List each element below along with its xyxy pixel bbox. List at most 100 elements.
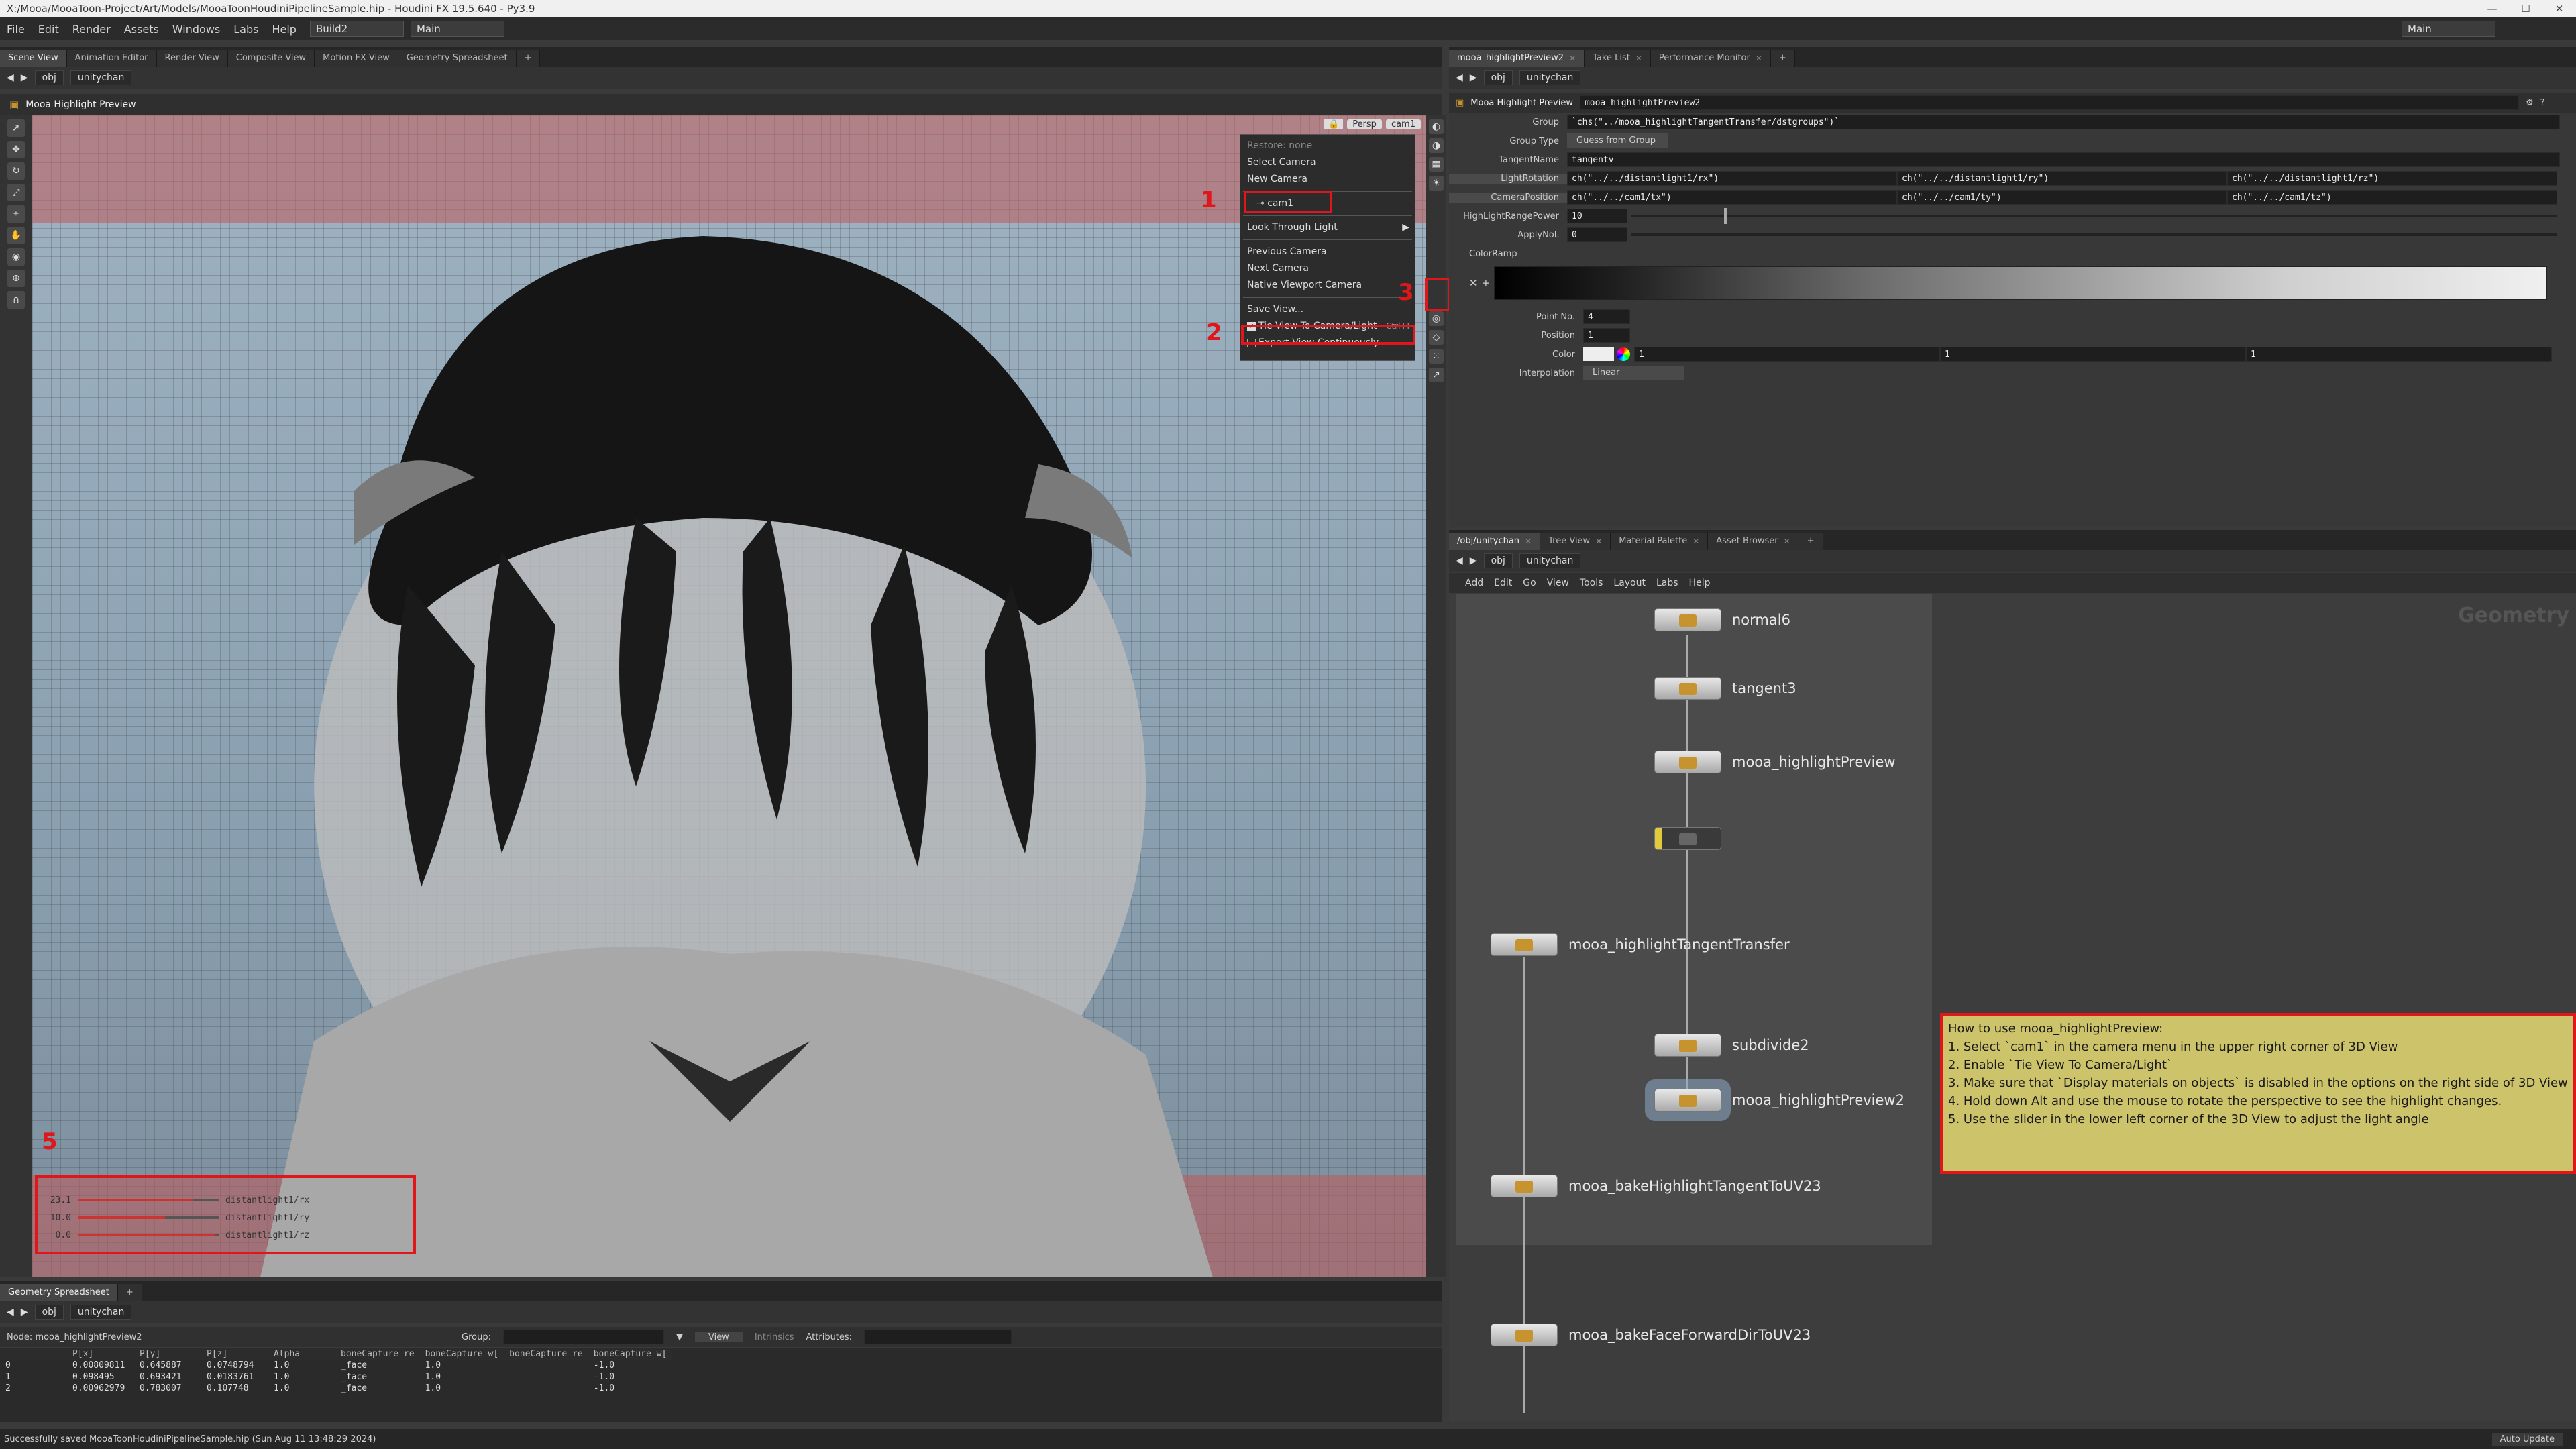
lighting-icon[interactable]: ☀ (1429, 176, 1444, 191)
tab-composite-view[interactable]: Composite View (227, 50, 315, 67)
tab-geometry-spreadsheet[interactable]: Geometry Spreadsheet (398, 50, 517, 67)
net-menu-view[interactable]: View (1547, 578, 1569, 588)
tab-scene-view[interactable]: Scene View (0, 50, 67, 67)
node-mooa-highlightpreview2[interactable]: mooa_highlightPreview2 (1654, 1087, 1904, 1114)
back-icon[interactable]: ◀ (1456, 72, 1463, 83)
menu-file[interactable]: File (0, 23, 32, 36)
net-menu-edit[interactable]: Edit (1494, 578, 1512, 588)
forward-icon[interactable]: ▶ (21, 72, 28, 83)
close-tab-icon[interactable]: ✕ (1635, 50, 1642, 67)
close-tab-icon[interactable]: ✕ (1693, 533, 1699, 550)
group-input[interactable]: `chs("../mooa_highlightTangentTransfer/d… (1567, 115, 2560, 129)
menu-look-through-light[interactable]: Look Through Light ▶ (1240, 219, 1415, 236)
cam-tz-input[interactable]: ch("../../cam1/tz") (2227, 190, 2557, 205)
forward-icon[interactable]: ▶ (21, 1307, 28, 1318)
menu-render[interactable]: Render (66, 23, 117, 36)
snap-icon[interactable]: ⊕ (7, 270, 25, 287)
table-row[interactable]: 1 0.098495 0.693421 0.0183761 1.0 _face 1.0 -1.… (0, 1371, 672, 1383)
minimize-icon[interactable]: — (2475, 0, 2509, 17)
table-row[interactable]: 2 0.00962979 0.783007 0.107748 1.0 _face 1.0 -1… (0, 1383, 672, 1394)
position-input[interactable]: 1 (1583, 328, 1630, 343)
display-icon[interactable]: ◐ (1429, 119, 1444, 134)
shading-icon[interactable]: ◑ (1429, 138, 1444, 153)
view-dropdown[interactable]: View (694, 1332, 743, 1342)
menu-help[interactable]: Help (265, 23, 303, 36)
handle-icon[interactable]: ⌖ (7, 205, 25, 223)
close-tab-icon[interactable]: ✕ (1569, 50, 1576, 67)
net-menu-layout[interactable]: Layout (1613, 578, 1646, 588)
color-wheel-icon[interactable] (1617, 347, 1630, 361)
back-icon[interactable]: ◀ (7, 1307, 14, 1318)
ramp-gradient[interactable] (1494, 266, 2548, 300)
light-rx-input[interactable]: ch("../../distantlight1/rx") (1567, 171, 1897, 186)
tab-material-palette[interactable]: Material Palette ✕ (1611, 533, 1709, 550)
view-icon[interactable]: ◉ (7, 248, 25, 266)
node-bypassed[interactable] (1654, 825, 1721, 852)
path-obj[interactable]: obj (1483, 70, 1513, 85)
gear-icon[interactable]: ⚙ (2526, 98, 2534, 108)
menu-next-camera[interactable]: Next Camera (1240, 260, 1415, 277)
close-tab-icon[interactable]: ✕ (1525, 533, 1532, 550)
net-menu-add[interactable]: Add (1465, 578, 1483, 588)
normals-icon[interactable]: ↗ (1429, 368, 1444, 382)
node-body[interactable] (1654, 608, 1721, 631)
menu-native-camera[interactable]: Native Viewport Camera (1240, 277, 1415, 294)
menu-windows[interactable]: Windows (166, 23, 227, 36)
node-subdivide2[interactable]: subdivide2 (1654, 1032, 1809, 1059)
pose-icon[interactable]: ✋ (7, 227, 25, 244)
group-type-dropdown[interactable]: Guess from Group (1567, 133, 1668, 148)
applynol-input[interactable]: 0 (1567, 227, 1627, 242)
tab-take-list[interactable]: Take List ✕ (1585, 50, 1651, 67)
3d-viewport[interactable]: 23.1 distantlight1/rx 10.0 distantlight1… (32, 115, 1426, 1277)
add-tab-button[interactable]: + (117, 1284, 142, 1301)
node-body[interactable] (1491, 933, 1558, 956)
node-body[interactable] (1654, 1089, 1721, 1112)
net-menu-go[interactable]: Go (1523, 578, 1536, 588)
node-tangent3[interactable]: tangent3 (1654, 675, 1796, 702)
camera-button[interactable]: cam1 (1385, 119, 1421, 129)
intrinsics-label[interactable]: Intrinsics (755, 1332, 794, 1342)
net-menu-tools[interactable]: Tools (1580, 578, 1603, 588)
tab-network[interactable]: /obj/unitychan ✕ (1449, 533, 1541, 550)
col-header[interactable]: Alpha (268, 1348, 335, 1360)
node-body[interactable] (1491, 1324, 1558, 1346)
light-rz-input[interactable]: ch("../../distantlight1/rz") (2227, 171, 2557, 186)
tab-asset-browser[interactable]: Asset Browser ✕ (1708, 533, 1799, 550)
path-node[interactable]: unitychan (1519, 70, 1581, 85)
close-tab-icon[interactable]: ✕ (1756, 50, 1762, 67)
rotate-icon[interactable]: ↻ (7, 162, 25, 180)
forward-icon[interactable]: ▶ (1470, 555, 1477, 566)
cam-ty-input[interactable]: ch("../../cam1/ty") (1897, 190, 2227, 205)
tab-animation-editor[interactable]: Animation Editor (66, 50, 157, 67)
color-r-input[interactable]: 1 (1634, 347, 1940, 362)
grid-icon[interactable]: ▦ (1429, 157, 1444, 172)
add-point-icon[interactable]: + (1482, 277, 1491, 289)
col-header[interactable]: boneCapture w[ (588, 1348, 673, 1360)
attribute-filter-input[interactable] (864, 1330, 1012, 1344)
col-header[interactable]: boneCapture w[ (419, 1348, 504, 1360)
sticky-note[interactable]: How to use mooa_highlightPreview: 1. Sel… (1940, 1013, 2576, 1174)
back-icon[interactable]: ◀ (1456, 555, 1463, 566)
col-header[interactable]: boneCapture re (504, 1348, 588, 1360)
lock-icon[interactable]: 🔒 (1324, 119, 1344, 129)
add-tab-button[interactable]: + (1799, 533, 1823, 550)
node-normal6[interactable]: normal6 (1654, 606, 1790, 633)
desktop-selector-right[interactable]: Main (2402, 21, 2496, 37)
applynol-slider[interactable] (1631, 233, 2557, 236)
path-obj[interactable]: obj (34, 70, 64, 85)
materials-toggle-icon[interactable]: ◎ (1429, 311, 1444, 326)
power-slider[interactable] (1631, 208, 2557, 224)
power-input[interactable]: 10 (1567, 209, 1627, 223)
forward-icon[interactable]: ▶ (1470, 72, 1477, 83)
close-tab-icon[interactable]: ✕ (1595, 533, 1602, 550)
node-body[interactable] (1654, 827, 1721, 850)
network-canvas[interactable]: Geometry normal6 tangent3 mooa_highlight… (1449, 594, 2576, 1421)
tab-render-view[interactable]: Render View (156, 50, 228, 67)
col-header[interactable]: P[x] (67, 1348, 134, 1360)
node-mooa-highlighttangenttransfer[interactable]: mooa_highlightTangentTransfer (1491, 931, 1790, 958)
scale-icon[interactable]: ⤢ (7, 184, 25, 201)
node-name-field[interactable]: mooa_highlightPreview2 (1579, 95, 2519, 110)
path-obj[interactable]: obj (34, 1305, 64, 1320)
table-row[interactable]: 0 0.00809811 0.645887 0.0748794 1.0 _face 1.0 -… (0, 1360, 672, 1371)
node-mooa-bakefaceforwarddirtouv23[interactable]: mooa_bakeFaceForwardDirToUV23 (1491, 1322, 1811, 1348)
